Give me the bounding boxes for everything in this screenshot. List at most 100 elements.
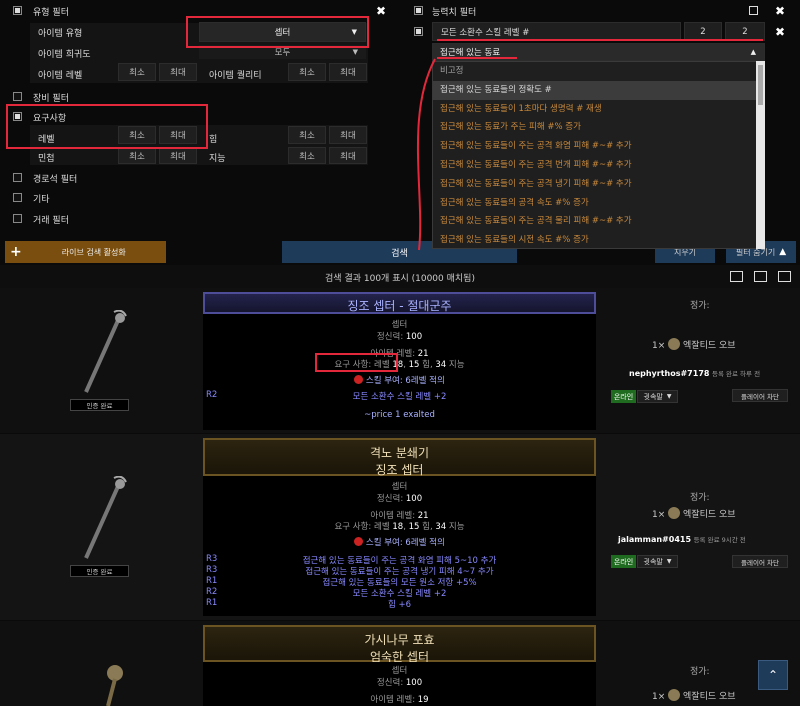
dropdown-option[interactable]: 접근해 있는 동료들의 정확도 # (433, 80, 764, 100)
quality-max[interactable]: 최대 (329, 63, 367, 81)
close-icon[interactable]: ✖ (376, 5, 386, 17)
trade-filter-title: 거래 필터 (33, 216, 69, 226)
whisper-button[interactable]: 귓속말 ▼ (637, 390, 678, 403)
item-mod: R2 모든 소환수 스킬 레벨 +2 (206, 390, 447, 402)
double-chevron-up-icon: ⌃ (767, 668, 779, 682)
price: 1× 엑잘티드 오브 (652, 689, 736, 702)
online-status: 온라인 (611, 390, 636, 403)
chevron-down-icon: ▼ (352, 48, 358, 56)
exalted-orb-icon (668, 689, 681, 701)
live-search-label: 라이브 검색 활성화 (61, 247, 126, 257)
level-min[interactable]: 최소 (118, 126, 156, 144)
spirit-value: 100 (405, 332, 423, 342)
block-player-button[interactable]: 플레이어 차단 (732, 555, 788, 568)
misc-filter-checkbox[interactable] (13, 193, 22, 202)
level-label: 레벨 (38, 135, 55, 145)
close-icon[interactable]: ✖ (775, 26, 785, 38)
scroll-to-top-button[interactable]: ⌃ (758, 660, 788, 690)
rarity-value: 모두 (274, 48, 291, 58)
ilvl-value: 19 (417, 695, 429, 705)
item-mod: R1 접근해 있는 동료들의 모든 원소 저항 +5% (206, 576, 477, 588)
exalted-orb-icon (668, 338, 681, 350)
price-label: 정가: (690, 493, 710, 503)
list-view-icon[interactable] (730, 271, 743, 282)
requirements-line: 요구 사항: 레벨 18, 15 힘, 34 지능 (334, 360, 465, 370)
stat1-checkbox[interactable] (414, 27, 423, 36)
sceptre-icon (84, 476, 127, 559)
seller-name[interactable]: nephyrthos#7178 (629, 369, 709, 378)
sceptre-icon (106, 665, 123, 706)
seller-name[interactable]: jalamman#0415 (618, 535, 691, 544)
int-min[interactable]: 최소 (288, 147, 326, 164)
item-type: 셉터 (391, 482, 408, 492)
price: 1× 엑잘티드 오브 (652, 507, 736, 520)
dropdown-option[interactable]: 접근해 있는 동료들이 주는 공격 물리 피해 #~# 추가 (433, 212, 764, 231)
dropdown-option[interactable]: 접근해 있는 동료들의 공격 속도 #% 증가 (433, 194, 764, 213)
item-mod: R2 모든 소환수 스킬 레벨 +2 (206, 587, 447, 599)
item-category-label: 아이템 유형 (38, 29, 83, 39)
chevron-up-icon: ▲ (750, 48, 756, 56)
dex-max[interactable]: 최대 (159, 147, 197, 164)
str-label: 힘 (209, 135, 218, 145)
stat-filter-title: 능력치 필터 (432, 8, 477, 18)
str-min[interactable]: 최소 (288, 126, 326, 144)
type-filter-checkbox[interactable] (13, 6, 22, 15)
dropdown-option[interactable]: 접근해 있는 동료가 주는 피해 #% 증가 (433, 118, 764, 137)
type-filter-title: 유형 필터 (33, 8, 69, 18)
item-category-select[interactable]: 셉터 ▼ (199, 22, 366, 42)
dex-min[interactable]: 최소 (118, 147, 156, 164)
dropdown-option[interactable]: 접근해 있는 동료들의 시전 속도 #% 증가 (433, 231, 764, 248)
dropdown-option[interactable]: 비고정 (433, 62, 764, 81)
underline (437, 57, 517, 59)
seller-line: nephyrthos#7178 등록 완료 하루 전 (629, 369, 761, 378)
requirements-title: 요구사항 (33, 114, 67, 124)
live-search-button[interactable]: + 라이브 검색 활성화 (5, 241, 166, 263)
item-category-value: 셉터 (274, 28, 291, 38)
chevron-down-icon: ▼ (666, 558, 672, 565)
level-max[interactable]: 최대 (159, 126, 197, 144)
item-level-max[interactable]: 최대 (159, 63, 197, 81)
item-level-min[interactable]: 최소 (118, 63, 156, 81)
chevron-down-icon: ▼ (666, 393, 672, 400)
plus-icon: + (10, 244, 22, 260)
dropdown-option[interactable]: 접근해 있는 동료들이 1초마다 생명력 # 재생 (433, 100, 764, 119)
grid-view-icon[interactable] (778, 271, 791, 282)
spirit-value: 100 (405, 678, 423, 688)
equipment-filter-checkbox[interactable] (13, 92, 22, 101)
results-header: 검색 결과 100개 표시 (10000 매치됨) (0, 265, 800, 288)
edit-icon[interactable] (749, 6, 758, 15)
quality-min[interactable]: 최소 (288, 63, 326, 81)
rarity-select[interactable]: 모두 ▼ (199, 45, 366, 59)
trade-filter-checkbox[interactable] (13, 214, 22, 223)
stat-filter-checkbox[interactable] (414, 6, 423, 15)
item-note: ~price 1 exalted (364, 410, 435, 420)
int-max[interactable]: 최대 (329, 147, 367, 164)
results-summary: 검색 결과 100개 표시 (10000 매치됨) (325, 274, 475, 284)
item-name: 징조 셉터 - 절대군주 (347, 299, 452, 313)
str-max[interactable]: 최대 (329, 126, 367, 144)
dropdown-option[interactable]: 접근해 있는 동료들이 주는 공격 화염 피해 #~# 추가 (433, 137, 764, 156)
price: 1× 엑잘티드 오브 (652, 338, 736, 351)
endgame-filter-title: 경로석 필터 (33, 175, 78, 185)
requirements-line: 요구 사항: 레벨 18, 15 힘, 34 지능 (334, 522, 465, 532)
block-player-button[interactable]: 플레이어 차단 (732, 389, 788, 402)
item-name: 가시나무 포효 (364, 633, 435, 647)
gem-icon (354, 537, 364, 546)
online-status: 온라인 (611, 555, 636, 568)
item-header: 격노 분쇄기 징조 셉터 (203, 438, 596, 477)
dropdown-scrollbar[interactable] (756, 61, 765, 249)
item-type: 셉터 (391, 320, 408, 330)
endgame-filter-checkbox[interactable] (13, 173, 22, 182)
chevron-down-icon: ▼ (351, 28, 357, 36)
detail-view-icon[interactable] (754, 271, 767, 282)
item-level-label: 아이템 레벨 (38, 71, 83, 81)
verified-badge: 인증 완료 (70, 399, 129, 411)
dropdown-option[interactable]: 접근해 있는 동료들이 주는 공격 냉기 피해 #~# 추가 (433, 175, 764, 194)
dex-label: 민첩 (38, 154, 55, 164)
requirements-checkbox[interactable] (13, 112, 22, 121)
verified-badge: 인증 완료 (70, 565, 129, 577)
whisper-button[interactable]: 귓속말 ▼ (637, 555, 678, 568)
close-icon[interactable]: ✖ (775, 5, 785, 17)
dropdown-option[interactable]: 접근해 있는 동료들이 주는 공격 번개 피해 #~# 추가 (433, 156, 764, 175)
item-type: 셉터 (391, 666, 408, 676)
